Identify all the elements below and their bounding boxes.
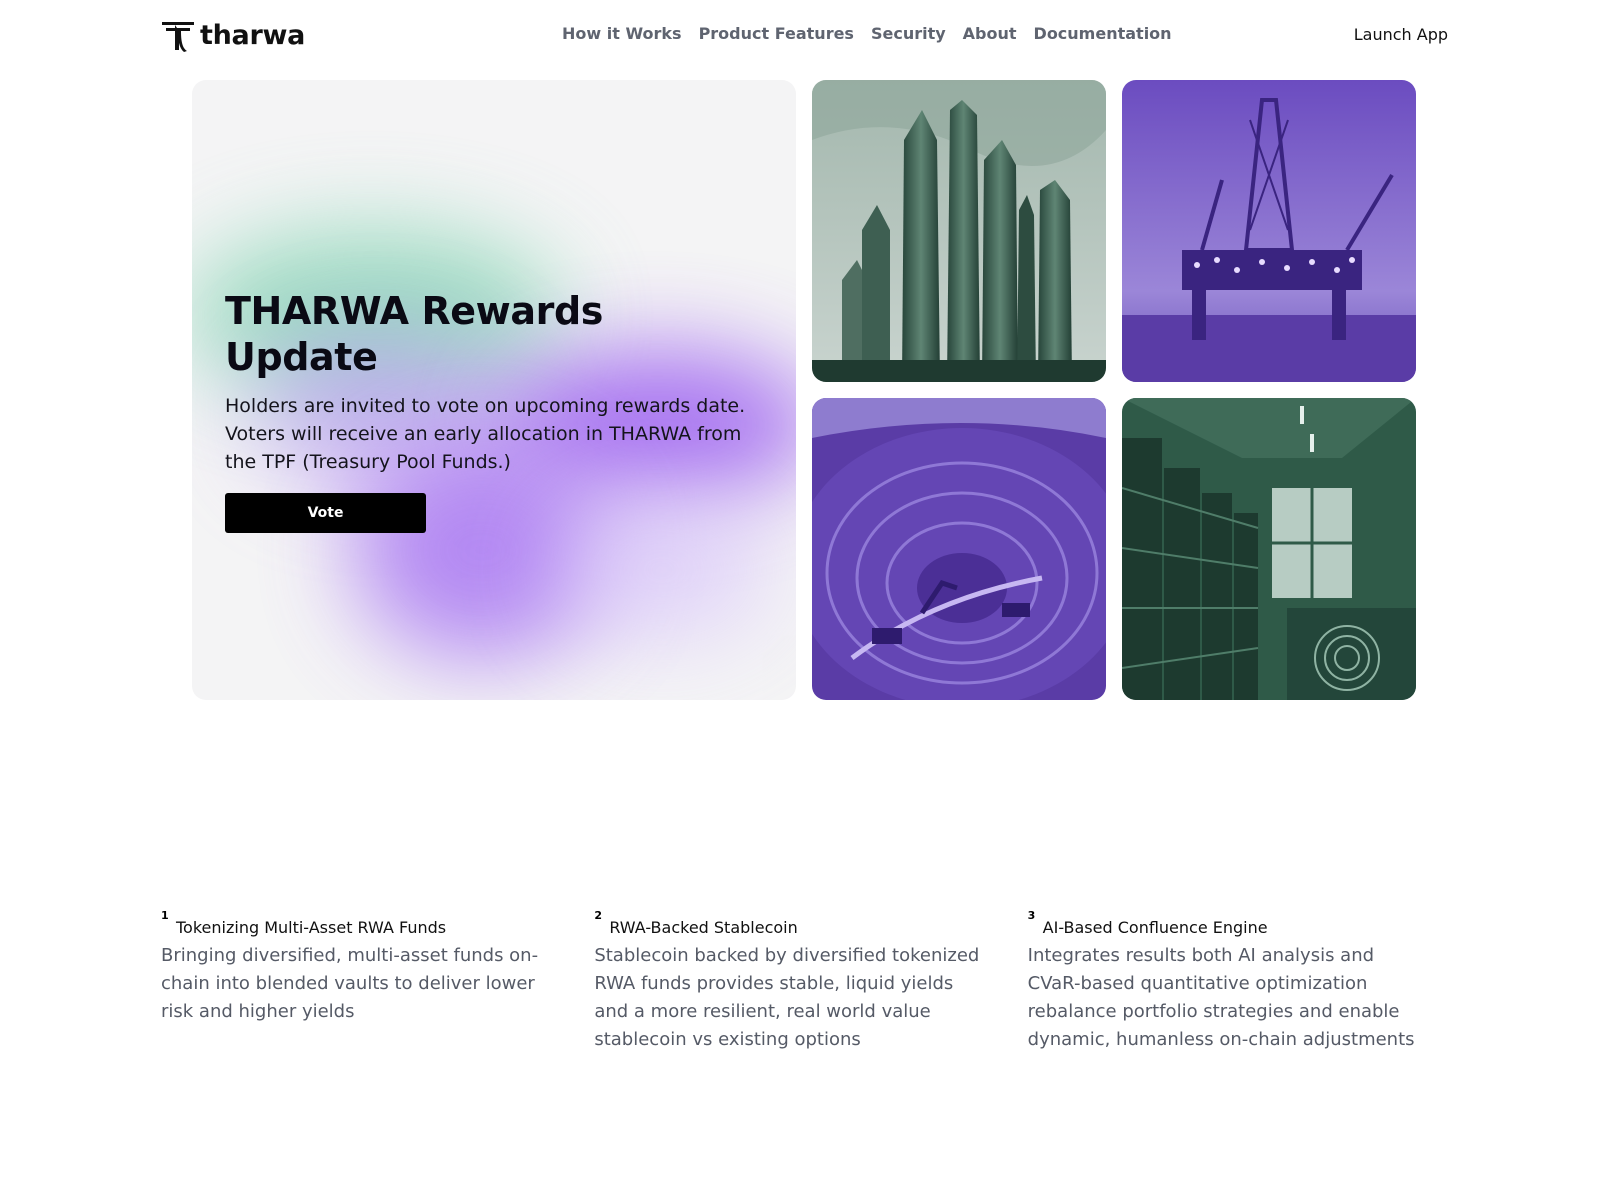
rewards-update-card: THARWA Rewards Update Holders are invite… (192, 80, 796, 700)
feature-item: 2 RWA-Backed Stablecoin Stablecoin backe… (594, 910, 1027, 1054)
feature-number: 1 (161, 909, 169, 922)
feature-title: AI-Based Confluence Engine (1042, 918, 1268, 937)
oil-rig-image (1122, 80, 1416, 382)
feature-number: 2 (594, 909, 602, 922)
hero-content: THARWA Rewards Update Holders are invite… (225, 288, 765, 533)
nav-link-documentation[interactable]: Documentation (1034, 24, 1172, 43)
feature-title: RWA-Backed Stablecoin (609, 918, 798, 937)
launch-app-link[interactable]: Launch App (1354, 25, 1448, 44)
feature-title: Tokenizing Multi-Asset RWA Funds (176, 918, 447, 937)
feature-description: Stablecoin backed by diversified tokeniz… (594, 945, 980, 1050)
nav-link-security[interactable]: Security (871, 24, 946, 43)
feature-header: 3 AI-Based Confluence Engine (1028, 910, 1461, 938)
feature-header: 2 RWA-Backed Stablecoin (594, 910, 1027, 938)
nav-link-how-it-works[interactable]: How it Works (562, 24, 682, 43)
open-pit-mine-image (812, 398, 1106, 700)
top-navigation: tharwa How it Works Product Features Sec… (0, 0, 1600, 72)
feature-item: 3 AI-Based Confluence Engine Integrates … (1028, 910, 1461, 1054)
nav-links: How it Works Product Features Security A… (562, 24, 1172, 43)
hero-title: THARWA Rewards Update (225, 289, 603, 379)
feature-number: 3 (1027, 909, 1036, 922)
nav-link-product-features[interactable]: Product Features (699, 24, 854, 43)
nav-link-about[interactable]: About (963, 24, 1017, 43)
hero-description: Holders are invited to vote on upcoming … (225, 395, 746, 473)
skyscrapers-image (812, 80, 1106, 382)
tharwa-logo-icon (162, 22, 194, 52)
features-section: 1 Tokenizing Multi-Asset RWA Funds Bring… (161, 910, 1461, 1054)
feature-header: 1 Tokenizing Multi-Asset RWA Funds (161, 910, 594, 938)
feature-description: Bringing diversified, multi-asset funds … (161, 945, 539, 1022)
brand-logo[interactable]: tharwa (160, 18, 305, 54)
vote-button[interactable]: Vote (225, 493, 426, 533)
feature-description: Integrates results both AI analysis and … (1027, 945, 1415, 1050)
mining-server-room-image (1122, 398, 1416, 700)
feature-item: 1 Tokenizing Multi-Asset RWA Funds Bring… (161, 910, 594, 1054)
brand-name: tharwa (200, 20, 306, 51)
